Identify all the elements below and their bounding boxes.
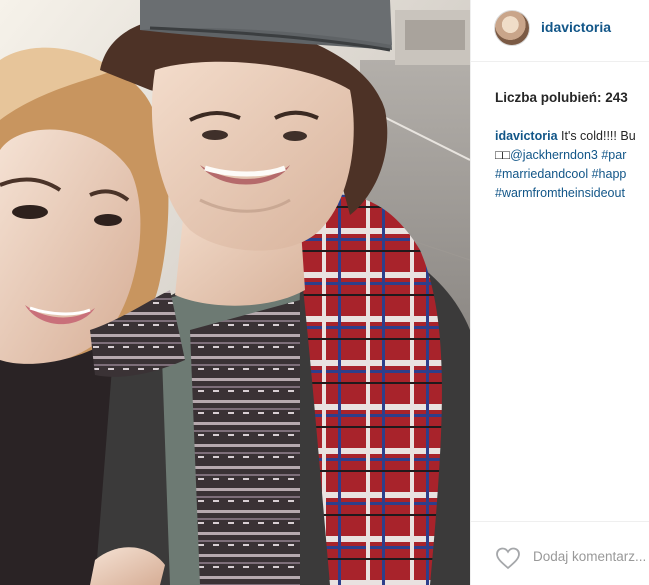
- post-caption: idavictoria It's cold!!!! Bu □□@jackhern…: [495, 127, 649, 203]
- mention-link[interactable]: @jackherndon3: [510, 148, 598, 162]
- post-header: idavictoria: [471, 0, 649, 62]
- caption-author-link[interactable]: idavictoria: [495, 129, 558, 143]
- hashtag-link[interactable]: #warmfromtheinsideout: [495, 186, 625, 200]
- caption-line-2: □□@jackherndon3 #par: [495, 146, 649, 165]
- heart-outline-icon: [496, 547, 520, 570]
- avatar[interactable]: [494, 10, 530, 46]
- like-button[interactable]: [495, 546, 521, 570]
- post-photo[interactable]: [0, 0, 470, 585]
- caption-text: It's cold!!!! Bu: [557, 129, 636, 143]
- caption-line-1: idavictoria It's cold!!!! Bu: [495, 127, 649, 146]
- likes-count: Liczba polubień: 243: [495, 90, 628, 105]
- caption-line-4: #warmfromtheinsideout: [495, 184, 649, 203]
- caption-line-3: #marriedandcool #happ: [495, 165, 649, 184]
- hashtag-link[interactable]: #marriedandcool #happ: [495, 167, 626, 181]
- caption-emoji-glyphs: □□: [495, 148, 511, 162]
- post-details-panel: idavictoria Liczba polubień: 243 idavict…: [470, 0, 649, 585]
- selfie-image: [0, 0, 470, 585]
- instagram-post-embed: idavictoria Liczba polubień: 243 idavict…: [0, 0, 649, 585]
- hashtag-link[interactable]: #par: [598, 148, 626, 162]
- comment-input[interactable]: [533, 544, 649, 568]
- username-link[interactable]: idavictoria: [541, 19, 611, 35]
- divider: [471, 521, 649, 522]
